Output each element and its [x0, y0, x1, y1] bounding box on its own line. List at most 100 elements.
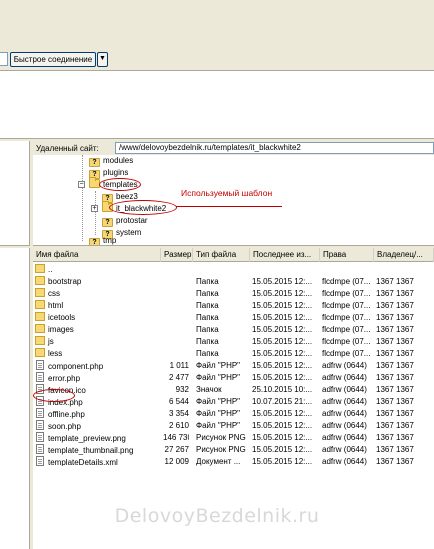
file-type: Папка	[196, 337, 219, 346]
table-row[interactable]: images Папка 15.05.2015 12:... flcdmpe (07.…	[33, 324, 434, 336]
file-permissions: flcdmpe (07...	[322, 325, 371, 334]
file-permissions: adfrw (0644)	[322, 409, 367, 418]
quick-connect-button[interactable]: Быстрое соединение	[10, 52, 96, 67]
column-header-owner[interactable]: Владелец/...	[374, 248, 434, 262]
table-row[interactable]: js Папка 15.05.2015 12:... flcdmpe (07... 13…	[33, 336, 434, 348]
file-owner: 1367 1367	[376, 325, 414, 334]
file-owner: 1367 1367	[376, 289, 414, 298]
file-owner: 1367 1367	[376, 421, 414, 430]
watermark: DelovoyBezdelnik.ru	[114, 505, 320, 527]
file-modified: 15.05.2015 12:...	[252, 337, 313, 346]
file-type: Файл "PHP"	[196, 361, 241, 370]
local-list-stub	[0, 248, 30, 549]
file-modified: 15.05.2015 12:...	[252, 325, 313, 334]
table-row[interactable]: less Папка 15.05.2015 12:... flcdmpe (07...…	[33, 348, 434, 360]
file-owner: 1367 1367	[376, 373, 414, 382]
file-owner: 1367 1367	[376, 361, 414, 370]
table-row[interactable]: index.php 6 544 Файл "PHP" 10.07.2015 21:..…	[33, 396, 434, 408]
file-type: Документ ...	[196, 457, 241, 466]
column-header-type[interactable]: Тип файла	[193, 248, 250, 262]
folder-icon	[35, 348, 45, 357]
file-name: js	[35, 336, 163, 348]
table-row[interactable]: html Папка 15.05.2015 12:... flcdmpe (07...…	[33, 300, 434, 312]
local-splitter[interactable]	[0, 245, 30, 248]
file-size: 146 730	[163, 433, 189, 442]
table-row[interactable]: bootstrap Папка 15.05.2015 12:... flcdmpe (…	[33, 276, 434, 288]
file-size: 932	[175, 385, 189, 394]
file-size: 27 267	[164, 445, 189, 454]
table-row[interactable]: component.php 1 011 Файл "PHP" 15.05.2015 1…	[33, 360, 434, 372]
remote-path-input[interactable]: /www/delovoybezdelnik.ru/templates/it_bl…	[115, 142, 434, 154]
file-owner: 1367 1367	[376, 301, 414, 310]
file-name-text: ..	[48, 265, 53, 274]
file-type: Папка	[196, 301, 219, 310]
file-list-header: Имя файла Размер Тип файла Последнее из.…	[33, 248, 434, 262]
question-folder-icon: ?	[102, 218, 113, 227]
file-size: 1 011	[169, 361, 189, 370]
annotation-circle	[109, 200, 177, 215]
remote-site-header: Удаленный сайт: /www/delovoybezdelnik.ru…	[33, 141, 434, 155]
quick-connect-history-dropdown[interactable]: ▼	[97, 52, 108, 67]
file-permissions: flcdmpe (07...	[322, 289, 371, 298]
folder-icon	[35, 288, 45, 297]
tree-guide-line	[95, 191, 96, 235]
message-log	[0, 71, 434, 138]
file-type: Рисунок PNG	[196, 445, 246, 454]
remote-file-list: Имя файла Размер Тип файла Последнее из.…	[33, 248, 434, 466]
folder-icon	[35, 276, 45, 285]
file-size: 6 544	[168, 397, 189, 406]
file-name: html	[35, 300, 163, 312]
column-header-size[interactable]: Размер	[161, 248, 193, 262]
tree-node-protostar[interactable]: ? protostar	[102, 215, 149, 227]
table-row[interactable]: css Папка 15.05.2015 12:... flcdmpe (07... 1…	[33, 288, 434, 300]
file-type: Рисунок PNG	[196, 433, 246, 442]
table-row[interactable]: soon.php 2 610 Файл "PHP" 15.05.2015 12:...…	[33, 420, 434, 432]
file-name: less	[35, 348, 163, 360]
tree-node-modules[interactable]: ? modules	[89, 155, 134, 167]
file-name: bootstrap	[35, 276, 163, 288]
file-size: 2 477	[168, 373, 189, 382]
file-icon	[36, 456, 44, 466]
file-modified: 15.05.2015 12:...	[252, 433, 313, 442]
file-name-text: component.php	[48, 362, 104, 371]
collapse-icon[interactable]: −	[78, 181, 85, 188]
file-type: Папка	[196, 325, 219, 334]
file-icon	[36, 444, 44, 454]
file-name: templateDetails.xml	[35, 456, 163, 466]
table-row[interactable]: template_preview.png 146 730 Рисунок PNG 15…	[33, 432, 434, 444]
file-icon	[36, 432, 44, 442]
file-name: images	[35, 324, 163, 336]
table-row[interactable]: ..	[33, 264, 434, 276]
table-row[interactable]: error.php 2 477 Файл "PHP" 15.05.2015 12:..…	[33, 372, 434, 384]
table-row[interactable]: offline.php 3 354 Файл "PHP" 15.05.2015 12:…	[33, 408, 434, 420]
file-permissions: adfrw (0644)	[322, 397, 367, 406]
quickconnect-bar: Быстрое соединение ▼	[0, 0, 434, 70]
column-header-name[interactable]: Имя файла	[33, 248, 161, 262]
folder-icon	[35, 324, 45, 333]
file-permissions: adfrw (0644)	[322, 385, 367, 394]
file-type: Папка	[196, 313, 219, 322]
file-owner: 1367 1367	[376, 445, 414, 454]
file-modified: 25.10.2015 10:...	[252, 385, 313, 394]
expand-icon[interactable]: +	[91, 205, 98, 212]
annotation-underline	[176, 206, 282, 207]
column-header-permissions[interactable]: Права	[320, 248, 374, 262]
file-permissions: flcdmpe (07...	[322, 349, 371, 358]
file-owner: 1367 1367	[376, 385, 414, 394]
file-name-text: offline.php	[48, 410, 85, 419]
table-row[interactable]: favicon.ico 932 Значок 25.10.2015 10:... adf…	[33, 384, 434, 396]
table-row[interactable]: icetools Папка 15.05.2015 12:... flcdmpe (0…	[33, 312, 434, 324]
column-header-modified[interactable]: Последнее из...	[250, 248, 320, 262]
quickconnect-field-stub[interactable]	[0, 52, 8, 66]
table-row[interactable]: template_thumbnail.png 27 267 Рисунок PNG 1…	[33, 444, 434, 456]
annotation-text: Используемый шаблон	[181, 188, 273, 198]
file-type: Папка	[196, 289, 219, 298]
file-owner: 1367 1367	[376, 433, 414, 442]
table-row[interactable]: templateDetails.xml 12 009 Документ ... 15.…	[33, 456, 434, 466]
file-modified: 15.05.2015 12:...	[252, 277, 313, 286]
annotation-circle	[99, 178, 141, 191]
file-name-text: error.php	[48, 374, 81, 383]
file-name-text: templateDetails.xml	[48, 458, 118, 466]
file-permissions: flcdmpe (07...	[322, 337, 371, 346]
tree-node-tmp[interactable]: ? tmp	[89, 235, 117, 245]
